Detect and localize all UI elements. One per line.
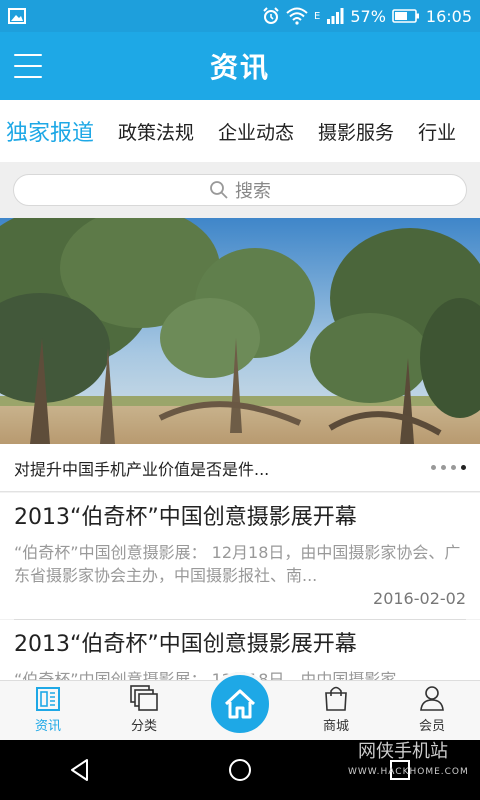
article-summary: “伯奇杯”中国创意摄影展： 12月18日，由中国摄影家协会、广东省摄影家协会主办… xyxy=(14,543,461,585)
home-icon xyxy=(224,689,256,719)
tree-landscape-photo xyxy=(0,218,480,444)
slide-dot-active xyxy=(461,465,466,470)
search-area: 搜索 xyxy=(0,162,480,218)
nav-news[interactable]: 资讯 xyxy=(0,681,96,740)
slide-indicator xyxy=(431,465,466,470)
nav-category[interactable]: 分类 xyxy=(96,681,192,740)
signal-icon xyxy=(327,8,344,24)
article-title: 2013“伯奇杯”中国创意摄影展开幕 xyxy=(14,632,357,657)
battery-icon xyxy=(392,9,419,23)
network-type-label: E xyxy=(314,10,321,22)
user-icon xyxy=(420,686,444,711)
slide-dot xyxy=(451,465,456,470)
tab-company-news[interactable]: 企业动态 xyxy=(206,118,306,145)
search-icon xyxy=(210,181,228,199)
clock: 16:05 xyxy=(425,6,472,26)
page-title: 资讯 xyxy=(209,51,270,84)
watermark-text: 网侠手机站 xyxy=(358,741,448,762)
tab-photo-service[interactable]: 摄影服务 xyxy=(306,118,406,145)
news-icon xyxy=(36,687,60,711)
article-item[interactable]: 2013“伯奇杯”中国创意摄影展开幕 “伯奇杯”中国创意摄影展： 12月18日，… xyxy=(0,493,480,619)
category-icon xyxy=(130,685,158,711)
image-icon xyxy=(8,8,26,24)
slide-dot xyxy=(441,465,446,470)
nav-news-label: 资讯 xyxy=(34,719,61,734)
shopping-bag-icon xyxy=(325,686,347,711)
back-icon[interactable] xyxy=(67,757,93,783)
tab-industry[interactable]: 行业 xyxy=(406,118,468,145)
banner-caption[interactable]: 对提升中国手机产业价值是否是件... xyxy=(0,444,480,492)
nav-member-label: 会员 xyxy=(418,719,445,734)
category-tabs: 独家报道 政策法规 企业动态 摄影服务 行业 xyxy=(0,100,480,162)
alarm-icon xyxy=(263,7,279,24)
menu-icon[interactable] xyxy=(14,54,42,78)
article-date: 2016-02-02 xyxy=(373,589,466,608)
app-header: 资讯 xyxy=(0,32,480,100)
watermark-url: WWW.HACKHOME.COM xyxy=(348,767,469,777)
nav-mall-label: 商城 xyxy=(322,719,349,734)
tab-exclusive[interactable]: 独家报道 xyxy=(0,115,106,147)
article-item[interactable]: 2013“伯奇杯”中国创意摄影展开幕 “伯奇杯”中国创意摄影展： 12月18日，… xyxy=(0,620,480,680)
nav-member[interactable]: 会员 xyxy=(384,681,480,740)
nav-mall[interactable]: 商城 xyxy=(288,681,384,740)
home-button[interactable] xyxy=(208,672,272,736)
article-title: 2013“伯奇杯”中国创意摄影展开幕 xyxy=(14,505,357,530)
search-input[interactable]: 搜索 xyxy=(13,174,467,206)
status-bar: E 57% 16:05 xyxy=(0,0,480,32)
slide-dot xyxy=(431,465,436,470)
watermark: 网侠手机站 WWW.HACKHOME.COM xyxy=(318,742,469,782)
tab-policy[interactable]: 政策法规 xyxy=(106,118,206,145)
banner-image[interactable] xyxy=(0,218,480,444)
wifi-icon xyxy=(286,7,308,25)
search-placeholder: 搜索 xyxy=(235,181,271,202)
nav-category-label: 分类 xyxy=(130,719,157,734)
home-circle-icon[interactable] xyxy=(227,757,253,783)
banner-caption-text: 对提升中国手机产业价值是否是件... xyxy=(14,459,270,479)
battery-percent: 57% xyxy=(350,6,386,26)
